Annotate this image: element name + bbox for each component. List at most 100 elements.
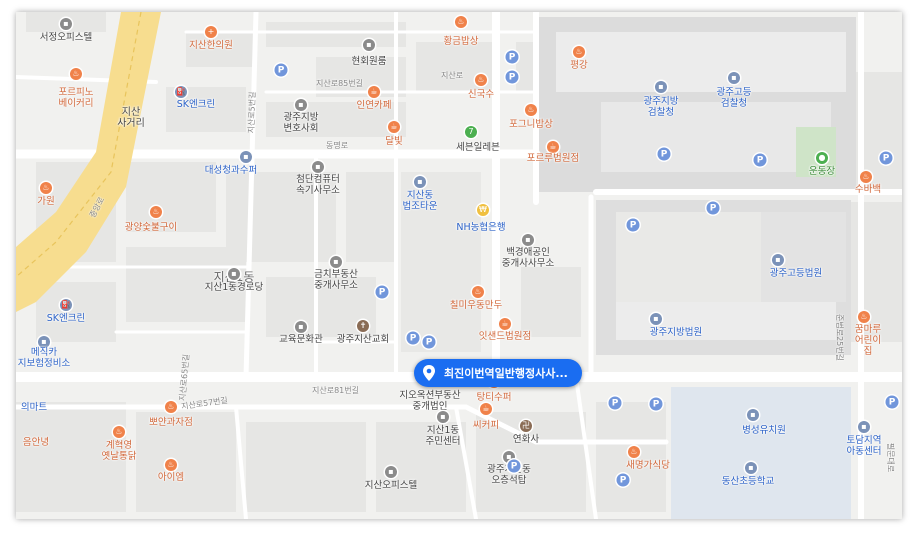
parking-icon[interactable]: P xyxy=(406,331,420,345)
place-label[interactable]: 광주지산교회 xyxy=(337,334,389,345)
place-label[interactable]: 광주고등 검찰청 xyxy=(717,87,752,109)
government-icon[interactable]: ▪ xyxy=(655,81,667,93)
place-label[interactable]: SK엔크린 xyxy=(47,313,85,324)
place-label[interactable]: 메직카 지보험정비소 xyxy=(18,347,70,369)
parking-icon[interactable]: P xyxy=(649,397,663,411)
restaurant-icon[interactable]: ♨ xyxy=(573,46,585,58)
office-icon[interactable]: ▪ xyxy=(385,466,397,478)
restaurant-icon[interactable]: ♨ xyxy=(472,286,484,298)
place-label[interactable]: 잇샌드법원점 xyxy=(479,331,531,342)
parking-icon[interactable]: P xyxy=(375,285,389,299)
place-label[interactable]: 백경애공인 중개사사무소 xyxy=(502,247,554,269)
restaurant-icon[interactable]: ♨ xyxy=(40,182,52,194)
cafe-icon[interactable]: ☕ xyxy=(388,121,400,133)
place-label[interactable]: 지오옥션부동산 중개법인 xyxy=(399,390,460,412)
court-icon[interactable]: ▪ xyxy=(772,254,784,266)
place-label[interactable]: SK엔크린 xyxy=(177,99,215,110)
place-label[interactable]: 병성유치원 xyxy=(742,425,786,436)
place-label[interactable]: 포그니밥상 xyxy=(509,119,553,130)
school-icon[interactable]: ▪ xyxy=(745,462,757,474)
restaurant-icon[interactable]: ♨ xyxy=(860,171,872,183)
parking-icon[interactable]: P xyxy=(626,218,640,232)
cafe-icon[interactable]: ☕ xyxy=(368,86,380,98)
temple-icon[interactable]: 卍 xyxy=(520,420,532,432)
parking-icon[interactable]: P xyxy=(505,70,519,84)
place-label[interactable]: 지산동 법조타운 xyxy=(403,190,438,212)
place-label[interactable]: 탕티수퍼 xyxy=(477,392,512,403)
senior-center-icon[interactable]: ▪ xyxy=(228,268,240,280)
place-label[interactable]: 포르루법원점 xyxy=(527,153,579,164)
parking-icon[interactable]: P xyxy=(507,459,521,473)
place-label[interactable]: 씨커피 xyxy=(473,420,499,431)
parking-icon[interactable]: P xyxy=(885,395,899,409)
place-label[interactable]: 칠미우동만두 xyxy=(450,300,502,311)
restaurant-icon[interactable]: ♨ xyxy=(165,459,177,471)
office-icon[interactable]: ▪ xyxy=(522,234,534,246)
bakery-icon[interactable]: ♨ xyxy=(165,401,177,413)
cafe-icon[interactable]: ☕ xyxy=(547,141,559,153)
place-label[interactable]: 광주고등법원 xyxy=(770,268,822,279)
convenience-store-icon[interactable]: 7 xyxy=(465,126,477,138)
place-label[interactable]: 인연카페 xyxy=(357,100,392,111)
restaurant-icon[interactable]: ♨ xyxy=(150,206,162,218)
community-center-icon[interactable]: ▪ xyxy=(437,411,449,423)
selected-place-callout[interactable]: 최진이번역일반행정사사... xyxy=(414,359,582,387)
place-label[interactable]: 수바백 xyxy=(855,184,881,195)
place-label[interactable]: 의마트 xyxy=(21,402,47,413)
gas-station-icon[interactable]: ⛽ xyxy=(60,299,72,311)
parking-icon[interactable]: P xyxy=(274,63,288,77)
place-label[interactable]: 동산초등학교 xyxy=(722,476,774,487)
office-icon[interactable]: ▪ xyxy=(60,18,72,30)
place-label[interactable]: 포르피노 베이커리 xyxy=(59,87,94,109)
office-icon[interactable]: ▪ xyxy=(295,99,307,111)
gas-station-icon[interactable]: ⛽ xyxy=(175,86,187,98)
parking-icon[interactable]: P xyxy=(422,335,436,349)
parking-icon[interactable]: P xyxy=(879,151,893,165)
stadium-icon[interactable]: ● xyxy=(816,152,828,164)
place-label[interactable]: 달빛 xyxy=(385,136,402,147)
kindergarten-icon[interactable]: ♨ xyxy=(858,311,870,323)
place-label[interactable]: NH농협은행 xyxy=(456,222,505,233)
place-label[interactable]: 세븐일레븐 xyxy=(456,142,500,153)
restaurant-icon[interactable]: ♨ xyxy=(455,16,467,28)
place-label[interactable]: 평강 xyxy=(570,60,587,71)
place-label[interactable]: 꿈마루 어린이집 xyxy=(851,324,885,357)
hospital-icon[interactable]: + xyxy=(205,26,217,38)
place-label[interactable]: 연화사 xyxy=(513,434,539,445)
place-label[interactable]: 지산한의원 xyxy=(189,40,233,51)
place-label[interactable]: 계혁영 옛날통닭 xyxy=(102,440,137,462)
place-label[interactable]: 교육문화관 xyxy=(279,334,323,345)
place-label[interactable]: 아이엠 xyxy=(158,472,184,483)
place-label[interactable]: 운동장 xyxy=(809,166,835,177)
place-label[interactable]: 대성청과수퍼 xyxy=(205,165,257,176)
place-label[interactable]: 서정오피스텔 xyxy=(40,32,92,43)
kindergarten-icon[interactable]: ▪ xyxy=(747,409,759,421)
court-icon[interactable]: ▪ xyxy=(650,313,662,325)
restaurant-icon[interactable]: ♨ xyxy=(628,446,640,458)
place-label[interactable]: 음안녕 xyxy=(23,437,49,448)
cafe-icon[interactable]: ☕ xyxy=(499,318,511,330)
place-label[interactable]: 현회원룸 xyxy=(352,56,387,67)
place-label[interactable]: 신국수 xyxy=(468,89,494,100)
church-icon[interactable]: ✝ xyxy=(357,320,369,332)
parking-icon[interactable]: P xyxy=(657,147,671,161)
cafe-icon[interactable]: ☕ xyxy=(480,403,492,415)
place-label[interactable]: 광주지방법원 xyxy=(650,327,702,338)
bank-icon[interactable]: ₩ xyxy=(477,204,489,216)
place-label[interactable]: 뽀얀과자점 xyxy=(149,417,193,428)
place-label[interactable]: 광주지방 변호사회 xyxy=(284,112,319,134)
parking-icon[interactable]: P xyxy=(505,50,519,64)
culture-center-icon[interactable]: ▪ xyxy=(295,321,307,333)
place-label[interactable]: 토담지역 아동센터 xyxy=(847,435,882,457)
building-icon[interactable]: ▪ xyxy=(363,39,375,51)
government-icon[interactable]: ▪ xyxy=(728,72,740,84)
restaurant-icon[interactable]: ♨ xyxy=(475,74,487,86)
parking-icon[interactable]: P xyxy=(616,473,630,487)
place-label[interactable]: 가원 xyxy=(37,196,54,207)
place-label[interactable]: 금치부동산 중개사무소 xyxy=(314,269,358,291)
bakery-icon[interactable]: ♨ xyxy=(70,68,82,80)
office-icon[interactable]: ▪ xyxy=(312,161,324,173)
restaurant-icon[interactable]: ♨ xyxy=(525,104,537,116)
restaurant-icon[interactable]: ♨ xyxy=(113,426,125,438)
parking-icon[interactable]: P xyxy=(753,153,767,167)
